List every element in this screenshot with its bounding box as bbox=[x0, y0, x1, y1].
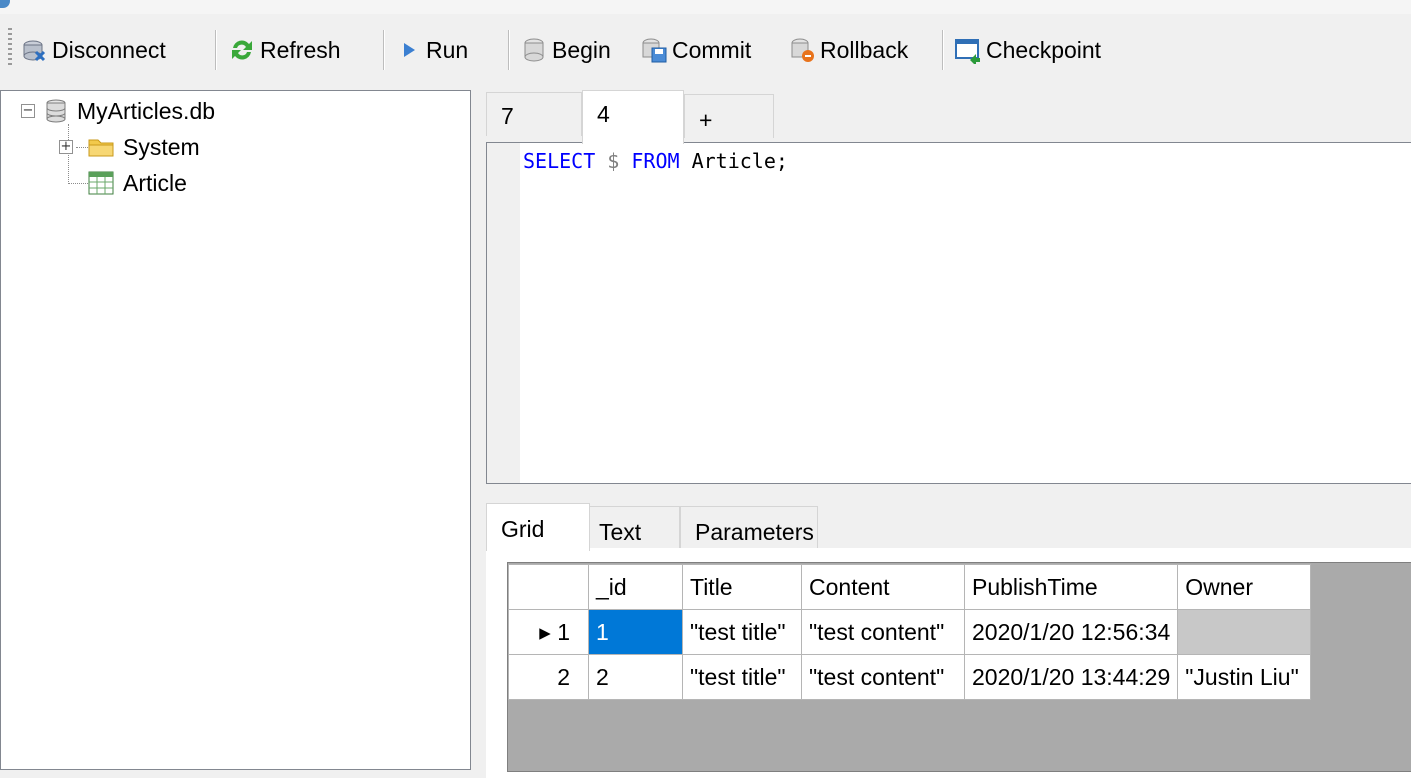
toolbar: Disconnect Refresh Run Begin Commit Roll… bbox=[0, 22, 1411, 80]
tree-item-label: Article bbox=[123, 169, 187, 196]
rollback-label: Rollback bbox=[820, 36, 909, 63]
sql-operator: $ bbox=[595, 149, 632, 173]
editor-tab-7[interactable]: 7 bbox=[486, 92, 582, 136]
tab-label: Parameters bbox=[695, 519, 814, 545]
commit-button[interactable]: Commit bbox=[640, 30, 751, 70]
table-row[interactable]: ▸ 1 1 "test title" "test content" 2020/1… bbox=[508, 609, 1312, 655]
checkpoint-icon bbox=[954, 36, 982, 66]
tree-root-label: MyArticles.db bbox=[77, 97, 216, 124]
plus-icon: + bbox=[699, 107, 713, 133]
refresh-button[interactable]: Refresh bbox=[228, 30, 341, 70]
column-header-owner[interactable]: Owner bbox=[1177, 564, 1312, 610]
begin-button[interactable]: Begin bbox=[520, 30, 611, 70]
editor-gutter bbox=[487, 143, 520, 483]
refresh-icon bbox=[228, 36, 256, 64]
grid-cell[interactable]: 2 bbox=[588, 654, 683, 700]
commit-label: Commit bbox=[672, 36, 752, 63]
grid-cell-null[interactable] bbox=[1177, 609, 1312, 655]
results-grid[interactable]: _id Title Content PublishTime Owner ▸ 1 … bbox=[508, 564, 1312, 700]
grid-cell[interactable]: "test title" bbox=[682, 654, 802, 700]
begin-label: Begin bbox=[552, 36, 611, 63]
disconnect-label: Disconnect bbox=[52, 36, 166, 63]
rollback-button[interactable]: Rollback bbox=[788, 30, 908, 70]
run-icon bbox=[398, 36, 422, 64]
tree-root-db[interactable]: − MyArticles.db bbox=[21, 95, 215, 127]
expand-icon[interactable]: + bbox=[59, 140, 73, 154]
grid-cell[interactable]: "test content" bbox=[801, 654, 965, 700]
row-header-corner[interactable] bbox=[508, 564, 589, 610]
grid-cell[interactable]: "test content" bbox=[801, 609, 965, 655]
tab-label: 4 bbox=[597, 101, 610, 127]
tab-grid[interactable]: Grid bbox=[486, 503, 590, 551]
table-row[interactable]: 2 2 "test title" "test content" 2020/1/2… bbox=[508, 654, 1312, 700]
sql-text: Article; bbox=[679, 149, 788, 173]
disconnect-icon bbox=[20, 36, 48, 64]
tab-text[interactable]: Text bbox=[584, 506, 680, 552]
tab-label: 7 bbox=[501, 103, 514, 129]
grid-cell[interactable]: 2020/1/20 13:44:29 bbox=[963, 654, 1179, 700]
run-button[interactable]: Run bbox=[398, 30, 468, 70]
table-icon bbox=[87, 169, 115, 197]
column-header-content[interactable]: Content bbox=[801, 564, 965, 610]
database-tree: − MyArticles.db + System Article bbox=[0, 90, 471, 770]
database-icon bbox=[43, 98, 69, 124]
tree-item-article[interactable]: Article bbox=[87, 167, 187, 199]
checkpoint-label: Checkpoint bbox=[986, 36, 1102, 63]
database-icon bbox=[520, 36, 548, 64]
grid-header-row: _id Title Content PublishTime Owner bbox=[508, 564, 1312, 610]
toolbar-separator bbox=[383, 30, 384, 70]
editor-tab-4[interactable]: 4 bbox=[582, 90, 684, 144]
folder-icon bbox=[87, 135, 115, 159]
tab-label: Text bbox=[599, 519, 642, 545]
sql-query[interactable]: SELECT $ FROM Article; bbox=[523, 149, 788, 173]
sql-keyword: FROM bbox=[631, 149, 680, 173]
toolbar-grip[interactable] bbox=[8, 28, 12, 68]
refresh-label: Refresh bbox=[260, 36, 341, 63]
tree-item-system[interactable]: + System bbox=[59, 131, 200, 163]
collapse-icon[interactable]: − bbox=[21, 104, 35, 118]
row-header[interactable]: 2 bbox=[508, 654, 589, 700]
app-icon bbox=[0, 0, 10, 8]
commit-icon bbox=[640, 36, 668, 64]
tab-label: Grid bbox=[501, 516, 545, 542]
column-header-id[interactable]: _id bbox=[588, 564, 683, 610]
grid-cell[interactable]: 1 bbox=[588, 609, 683, 655]
sql-editor[interactable]: SELECT $ FROM Article; bbox=[486, 142, 1411, 484]
column-header-title[interactable]: Title bbox=[682, 564, 802, 610]
tab-parameters[interactable]: Parameters bbox=[680, 506, 818, 552]
grid-cell[interactable]: "test title" bbox=[682, 609, 802, 655]
sql-keyword: SELECT bbox=[523, 149, 596, 173]
row-header[interactable]: ▸ 1 bbox=[508, 609, 589, 655]
title-strip bbox=[0, 0, 1411, 14]
run-label: Run bbox=[426, 36, 469, 63]
toolbar-separator bbox=[215, 30, 216, 70]
column-header-publishtime[interactable]: PublishTime bbox=[963, 564, 1179, 610]
toolbar-separator bbox=[508, 30, 509, 70]
rollback-icon bbox=[788, 36, 816, 64]
checkpoint-button[interactable]: Checkpoint bbox=[954, 30, 1101, 70]
tree-item-label: System bbox=[123, 133, 200, 160]
disconnect-button[interactable]: Disconnect bbox=[20, 30, 166, 70]
grid-cell[interactable]: 2020/1/20 12:56:34 bbox=[963, 609, 1179, 655]
grid-cell[interactable]: "Justin Liu" bbox=[1177, 654, 1312, 700]
new-tab-button[interactable]: + bbox=[684, 94, 774, 138]
toolbar-separator bbox=[942, 30, 943, 70]
